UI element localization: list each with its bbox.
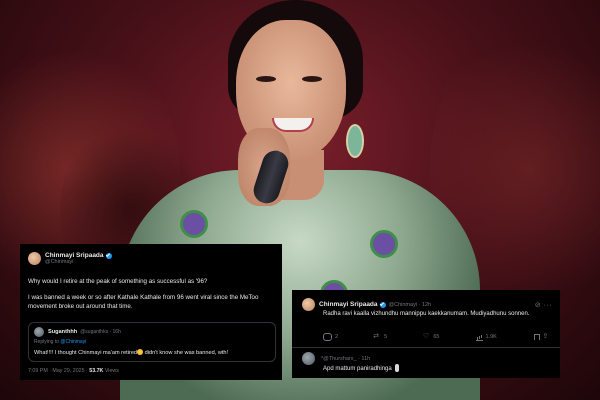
singer-eye-left	[256, 76, 276, 82]
emoji-icon	[394, 364, 399, 372]
tweet-actions: 2 5 65 1.9K	[323, 332, 553, 341]
tweet-meta: 7:09 PM · May 29, 2025 · 53.7K Views	[28, 368, 119, 374]
more-options-icon[interactable]: ⊘ ···	[535, 301, 552, 309]
divider	[292, 347, 560, 348]
retweet-button[interactable]: 5	[373, 332, 388, 341]
tweet-card-left[interactable]: Chinmayi Sripaada @Chinmayi Why would I …	[20, 244, 282, 380]
avatar[interactable]	[302, 298, 315, 311]
quoted-text: What!!!! I thought Chinmayi ma'am retire…	[34, 349, 228, 356]
quoted-text-after-emoji: didn't know she was banned, wth!	[143, 350, 229, 356]
tweet-text: Radha ravi kaalla vizhundhu mannippu kae…	[323, 311, 530, 317]
quoted-author-handle: @suganthks · 16h	[80, 329, 121, 335]
bookmark-icon	[533, 334, 540, 340]
views-count: 1.9K	[485, 334, 497, 340]
tweet-text-line1: Why would I retire at the peak of someth…	[28, 278, 208, 285]
like-count: 65	[433, 334, 440, 340]
view-count: 53.7K	[89, 368, 104, 374]
replying-to-handle[interactable]: @Chinmayi	[60, 339, 86, 345]
share-icon[interactable]	[542, 332, 550, 340]
retweet-icon	[373, 332, 381, 340]
reply-icon	[323, 333, 332, 341]
like-button[interactable]: 65	[423, 332, 440, 341]
quoted-text-before-emoji: What!!!! I thought Chinmayi ma'am retire…	[34, 350, 138, 356]
author-handle[interactable]: @Chinmayi · 12h	[389, 302, 432, 308]
reply-author-handle[interactable]: *@Thursharx_ · 11h	[321, 356, 370, 362]
reply-text: Apd mattum paniradhinga	[323, 364, 399, 372]
quoted-author-name[interactable]: Suganthhh	[48, 329, 77, 335]
quoted-tweet[interactable]: Suganthhh @suganthks · 16h Replying to @…	[28, 322, 276, 362]
views-label: Views	[103, 368, 119, 374]
bookmark-button[interactable]	[533, 332, 553, 341]
timestamp[interactable]: 7:09 PM · May 29, 2025 ·	[28, 368, 89, 374]
replying-prefix: Replying to	[34, 339, 61, 345]
earring	[346, 124, 364, 158]
author-handle[interactable]: @Chinmayi	[45, 259, 112, 265]
singer-eye-right	[302, 76, 322, 82]
quoted-avatar[interactable]	[34, 327, 44, 337]
avatar[interactable]	[28, 252, 41, 265]
reply-text-content: Apd mattum paniradhinga	[323, 366, 392, 372]
tweet-text-line2: I was banned a week or so after Kathale …	[28, 294, 259, 310]
reply-button[interactable]: 2	[323, 333, 338, 341]
like-icon	[423, 332, 430, 340]
replying-to: Replying to @Chinmayi	[34, 339, 86, 345]
author-name[interactable]: Chinmayi Sripaada	[319, 301, 378, 308]
retweet-count: 5	[384, 334, 388, 340]
tweet-card-right[interactable]: Chinmayi Sripaada @Chinmayi · 12h ⊘ ··· …	[292, 290, 560, 378]
reply-count: 2	[335, 334, 339, 340]
verified-badge-icon	[105, 252, 112, 259]
author-name[interactable]: Chinmayi Sripaada	[45, 252, 104, 259]
views-button[interactable]: 1.9K	[475, 333, 497, 341]
reply-avatar[interactable]	[302, 352, 315, 365]
verified-badge-icon	[379, 301, 386, 308]
views-icon	[475, 334, 483, 341]
tweet-header: Chinmayi Sripaada @Chinmayi	[28, 252, 112, 265]
